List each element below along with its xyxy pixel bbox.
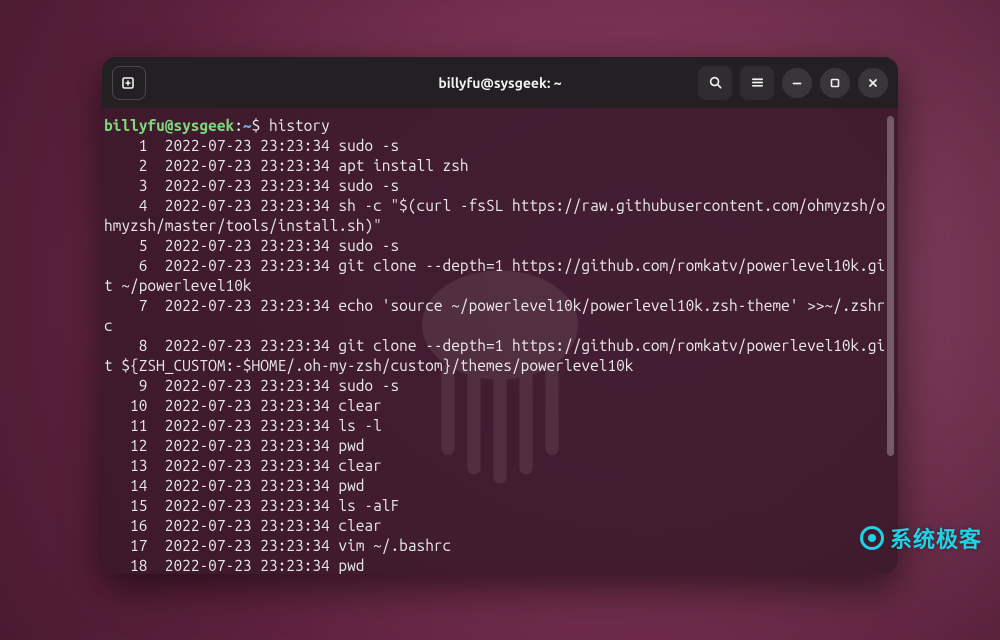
brand-watermark: 系统极客 xyxy=(860,522,982,554)
history-row: 8 2022-07-23 23:23:34 git clone --depth=… xyxy=(104,336,892,376)
history-row: 14 2022-07-23 23:23:34 pwd xyxy=(104,476,892,496)
history-number: 2 xyxy=(104,157,165,174)
history-timestamp: 2022-07-23 23:23:34 xyxy=(165,397,339,414)
history-timestamp: 2022-07-23 23:23:34 xyxy=(165,137,339,154)
history-command: sudo -s xyxy=(338,377,399,394)
history-row: 16 2022-07-23 23:23:34 clear xyxy=(104,516,892,536)
history-row: 4 2022-07-23 23:23:34 sh -c "$(curl -fsS… xyxy=(104,196,892,236)
history-command: vim ~/.bashrc xyxy=(338,537,451,554)
prompt-command: history xyxy=(269,117,330,134)
history-number: 4 xyxy=(104,197,165,214)
window-title: billyfu@sysgeek: ~ xyxy=(102,75,898,91)
history-timestamp: 2022-07-23 23:23:34 xyxy=(165,177,339,194)
history-row: 18 2022-07-23 23:23:34 pwd xyxy=(104,556,892,574)
history-timestamp: 2022-07-23 23:23:34 xyxy=(165,497,339,514)
history-number: 18 xyxy=(104,557,165,574)
maximize-button[interactable] xyxy=(820,68,850,98)
history-row: 6 2022-07-23 23:23:34 git clone --depth=… xyxy=(104,256,892,296)
history-command: clear xyxy=(338,517,381,534)
history-timestamp: 2022-07-23 23:23:34 xyxy=(165,257,339,274)
search-button[interactable] xyxy=(698,66,732,100)
new-tab-button[interactable] xyxy=(112,66,146,100)
minimize-icon xyxy=(791,77,803,89)
brand-text: 系统极客 xyxy=(890,522,982,554)
history-command: ls -l xyxy=(338,417,381,434)
history-command: pwd xyxy=(338,557,364,574)
history-timestamp: 2022-07-23 23:23:34 xyxy=(165,477,339,494)
history-timestamp: 2022-07-23 23:23:34 xyxy=(165,537,339,554)
history-row: 10 2022-07-23 23:23:34 clear xyxy=(104,396,892,416)
hamburger-icon xyxy=(750,75,765,90)
prompt-sep: : xyxy=(234,117,243,134)
terminal-body[interactable]: billyfu@sysgeek:~$ history 1 2022-07-23 … xyxy=(102,108,898,574)
history-row: 5 2022-07-23 23:23:34 sudo -s xyxy=(104,236,892,256)
history-row: 17 2022-07-23 23:23:34 vim ~/.bashrc xyxy=(104,536,892,556)
history-number: 15 xyxy=(104,497,165,514)
history-timestamp: 2022-07-23 23:23:34 xyxy=(165,377,339,394)
history-number: 12 xyxy=(104,437,165,454)
history-number: 9 xyxy=(104,377,165,394)
prompt-dollar: $ xyxy=(252,117,269,134)
history-command: clear xyxy=(338,397,381,414)
history-command: clear xyxy=(338,457,381,474)
history-number: 10 xyxy=(104,397,165,414)
titlebar[interactable]: billyfu@sysgeek: ~ xyxy=(102,57,898,108)
history-row: 1 2022-07-23 23:23:34 sudo -s xyxy=(104,136,892,156)
history-row: 7 2022-07-23 23:23:34 echo 'source ~/pow… xyxy=(104,296,892,336)
history-row: 3 2022-07-23 23:23:34 sudo -s xyxy=(104,176,892,196)
history-command: apt install zsh xyxy=(338,157,468,174)
new-tab-icon xyxy=(121,75,137,91)
terminal-output: billyfu@sysgeek:~$ history 1 2022-07-23 … xyxy=(102,116,898,574)
history-row: 11 2022-07-23 23:23:34 ls -l xyxy=(104,416,892,436)
history-row: 15 2022-07-23 23:23:34 ls -alF xyxy=(104,496,892,516)
history-number: 16 xyxy=(104,517,165,534)
search-icon xyxy=(708,75,723,90)
minimize-button[interactable] xyxy=(782,68,812,98)
history-timestamp: 2022-07-23 23:23:34 xyxy=(165,297,339,314)
close-button[interactable] xyxy=(858,68,888,98)
history-command: pwd xyxy=(338,437,364,454)
menu-button[interactable] xyxy=(740,66,774,100)
scrollbar-thumb[interactable] xyxy=(887,116,894,456)
history-row: 9 2022-07-23 23:23:34 sudo -s xyxy=(104,376,892,396)
history-timestamp: 2022-07-23 23:23:34 xyxy=(165,457,339,474)
history-timestamp: 2022-07-23 23:23:34 xyxy=(165,417,339,434)
history-row: 2 2022-07-23 23:23:34 apt install zsh xyxy=(104,156,892,176)
history-timestamp: 2022-07-23 23:23:34 xyxy=(165,237,339,254)
history-timestamp: 2022-07-23 23:23:34 xyxy=(165,517,339,534)
history-row: 12 2022-07-23 23:23:34 pwd xyxy=(104,436,892,456)
history-number: 3 xyxy=(104,177,165,194)
history-number: 14 xyxy=(104,477,165,494)
history-number: 11 xyxy=(104,417,165,434)
history-timestamp: 2022-07-23 23:23:34 xyxy=(165,157,339,174)
prompt-user-host: billyfu@sysgeek xyxy=(104,117,234,134)
history-command: ls -alF xyxy=(338,497,399,514)
history-command: sudo -s xyxy=(338,177,399,194)
history-number: 7 xyxy=(104,297,165,314)
history-command: sudo -s xyxy=(338,237,399,254)
history-command: pwd xyxy=(338,477,364,494)
history-number: 6 xyxy=(104,257,165,274)
history-command: sudo -s xyxy=(338,137,399,154)
history-row: 13 2022-07-23 23:23:34 clear xyxy=(104,456,892,476)
history-timestamp: 2022-07-23 23:23:34 xyxy=(165,197,339,214)
history-timestamp: 2022-07-23 23:23:34 xyxy=(165,337,339,354)
terminal-window: billyfu@sysgeek: ~ xyxy=(102,57,898,574)
close-icon xyxy=(867,77,879,89)
history-number: 5 xyxy=(104,237,165,254)
maximize-icon xyxy=(829,77,841,89)
history-timestamp: 2022-07-23 23:23:34 xyxy=(165,437,339,454)
brand-ring-icon xyxy=(860,526,884,550)
history-number: 13 xyxy=(104,457,165,474)
history-timestamp: 2022-07-23 23:23:34 xyxy=(165,557,339,574)
prompt-path: ~ xyxy=(243,117,252,134)
history-number: 1 xyxy=(104,137,165,154)
history-number: 17 xyxy=(104,537,165,554)
history-number: 8 xyxy=(104,337,165,354)
prompt-line: billyfu@sysgeek:~$ history xyxy=(104,116,892,136)
